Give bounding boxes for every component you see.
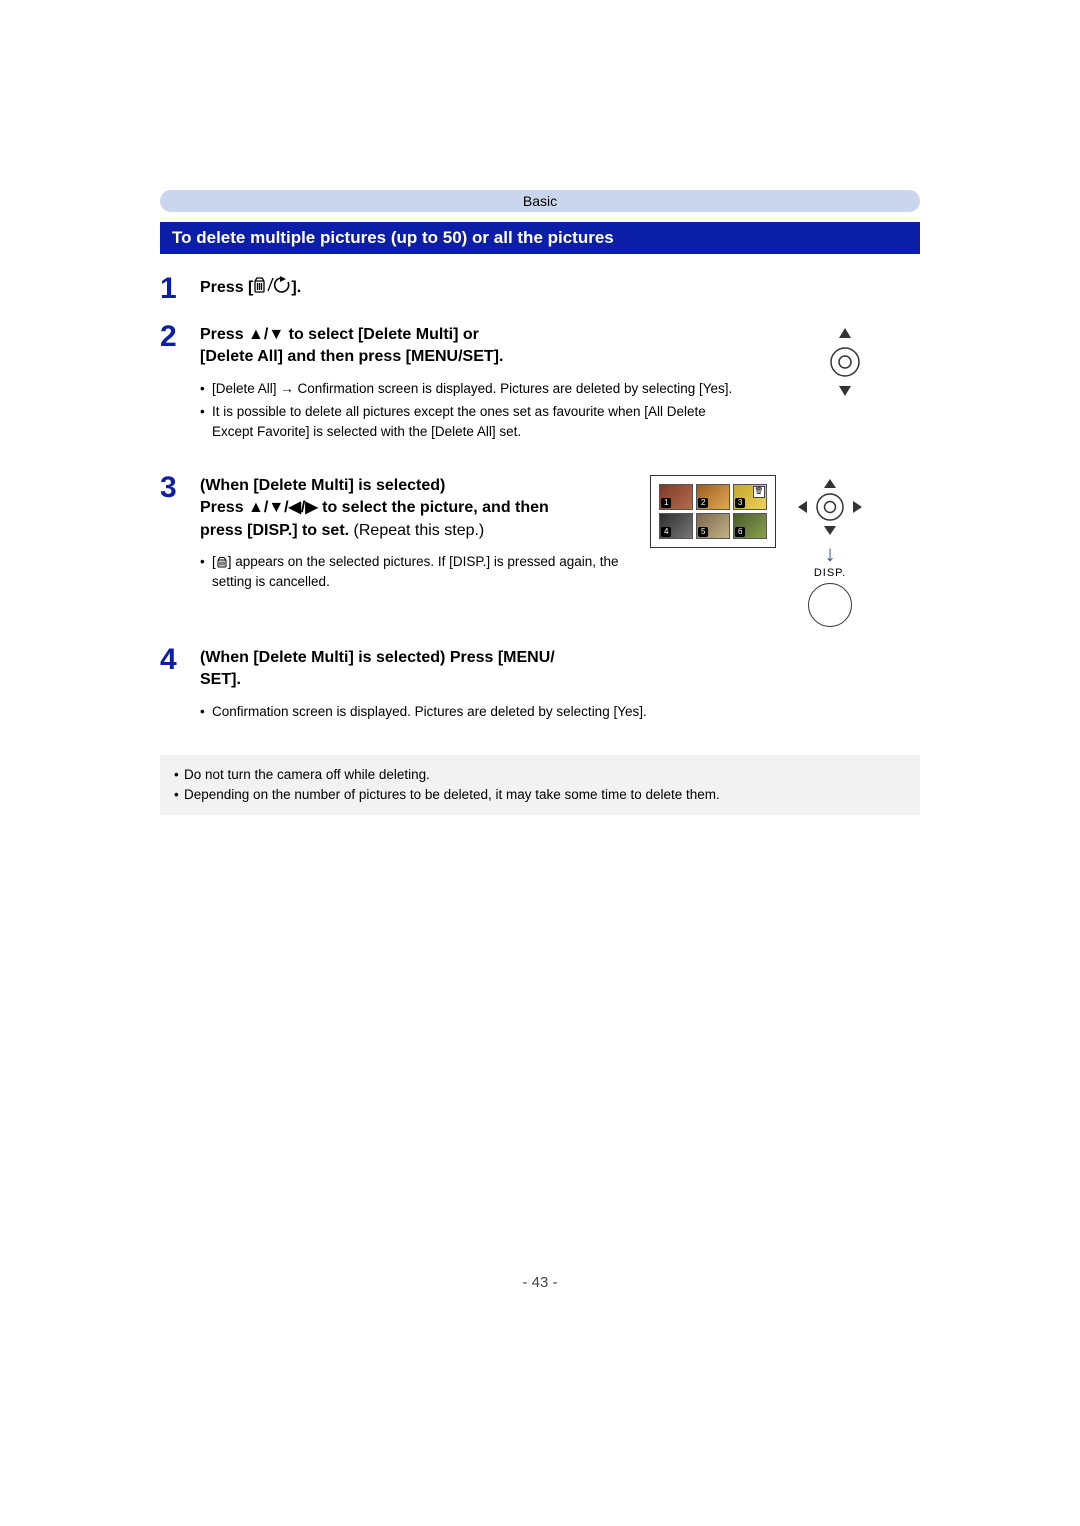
section-tab: Basic [160,190,920,212]
thumbnail: 🗑3 [733,484,767,510]
step-4-bullets: Confirmation screen is displayed. Pictur… [200,702,920,722]
thumbnail: 2 [696,484,730,510]
step-2-title: Press ▲/▼ to select [Delete Multi] or [D… [200,324,750,369]
note-item: Do not turn the camera off while deletin… [174,765,906,785]
bullet: [ ] appears on the selected pictures. If… [200,552,630,591]
text: Press [200,326,248,343]
step-2: 2 Press ▲/▼ to select [Delete Multi] or … [160,324,920,455]
thumb-index: 4 [661,527,671,537]
up-down-icon: ▲/▼ [248,326,284,343]
text: Press [200,499,248,516]
dpad-fourway-icon [788,475,872,539]
trash-small-icon [216,556,228,568]
thumbnail: 4 [659,513,693,539]
note-item: Depending on the number of pictures to b… [174,785,906,805]
thumbnail-grid: 1 2 🗑3 4 5 6 [650,475,776,548]
dpad-disp-group: ↓ DISP. [788,475,872,627]
thumb-index: 3 [735,498,745,508]
four-way-icon: ▲/▼/◀/▶ [248,499,318,516]
thumb-index: 1 [661,498,671,508]
thumbnail: 1 [659,484,693,510]
page-number: - 43 - [0,1274,1080,1291]
step-number: 1 [160,274,200,304]
text: (Repeat this step.) [354,522,485,539]
text: to select [Delete Multi] or [284,326,479,343]
dpad-updown-icon [813,324,877,400]
step-number: 2 [160,322,200,352]
text: ] appears on the selected pictures. If [… [212,554,619,589]
trash-return-icon [253,276,291,294]
down-arrow-icon: ↓ [825,543,836,565]
step-1-title: Press [ [200,276,920,299]
step-number: 3 [160,473,200,503]
thumb-index: 5 [698,527,708,537]
text: SET]. [200,671,241,688]
text: (When [Delete Multi] is selected) Press … [200,649,555,666]
step-3-bullets: [ ] appears on the selected pictures. If… [200,552,630,591]
thumbnail: 6 [733,513,767,539]
note-box: Do not turn the camera off while deletin… [160,755,920,816]
text: to select the picture, and then [318,499,549,516]
disp-label: DISP. [814,567,846,579]
step-4-title: (When [Delete Multi] is selected) Press … [200,647,920,692]
text: (When [Delete Multi] is selected) [200,477,445,494]
step-3: 3 (When [Delete Multi] is selected) Pres… [160,475,920,627]
text: press [DISP.] to set. [200,522,354,539]
text: ]. [291,279,301,296]
bullet: Confirmation screen is displayed. Pictur… [200,702,920,722]
trash-badge-icon: 🗑 [753,486,765,498]
disp-button-icon [808,583,852,627]
step-2-bullets: [Delete All] → Confirmation screen is di… [200,379,750,442]
thumb-index: 2 [698,498,708,508]
step-4: 4 (When [Delete Multi] is selected) Pres… [160,647,920,735]
bullet: [Delete All] → Confirmation screen is di… [200,379,750,399]
thumb-index: 6 [735,527,745,537]
bullet: It is possible to delete all pictures ex… [200,402,750,441]
step-3-title: (When [Delete Multi] is selected) Press … [200,475,630,542]
thumbnail: 5 [696,513,730,539]
text: [Delete All] and then press [MENU/SET]. [200,348,503,365]
step-1: 1 Press [ [160,276,920,304]
text: Press [ [200,279,253,296]
step-number: 4 [160,645,200,675]
section-header: To delete multiple pictures (up to 50) o… [160,222,920,254]
